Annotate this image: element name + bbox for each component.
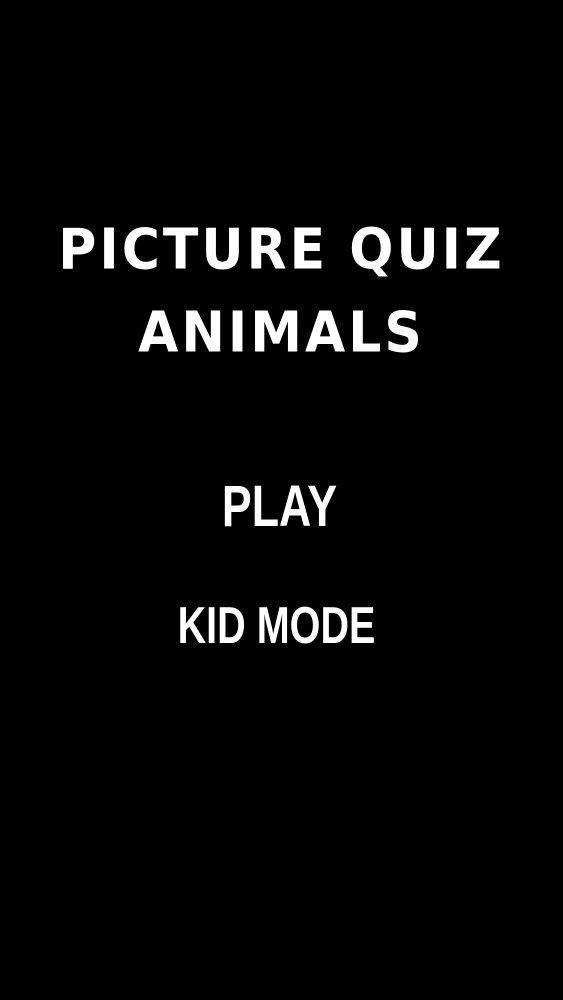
app-title-line2: ANIMALS: [138, 300, 425, 366]
app-title-line1: PICTURE QUIZ: [58, 217, 505, 283]
start-screen: PICTURE QUIZ ANIMALS PLAY KID MODE: [0, 0, 563, 1000]
play-button[interactable]: PLAY: [37, 478, 521, 536]
kid-mode-button[interactable]: KID MODE: [34, 597, 518, 653]
